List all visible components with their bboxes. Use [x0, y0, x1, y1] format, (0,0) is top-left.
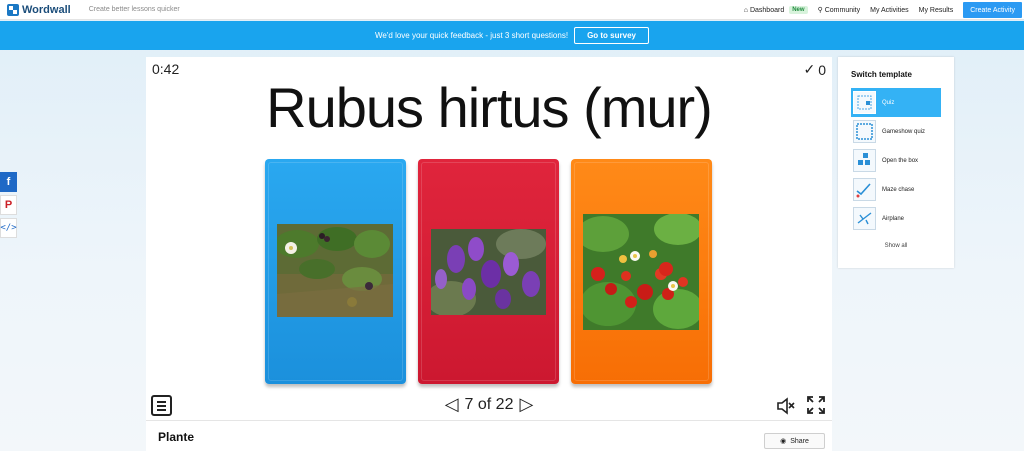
nav-community-label: Community	[824, 6, 861, 14]
tagline: Create better lessons quicker	[88, 6, 180, 13]
share-button[interactable]: ◉ Share	[764, 433, 825, 449]
go-to-survey-button[interactable]: Go to survey	[574, 27, 649, 44]
main-nav: ⌂ Dashboard New ⚲ Community My Activitie…	[744, 0, 1024, 20]
wordwall-logo[interactable]: Wordwall	[7, 3, 71, 16]
template-gameshow-quiz[interactable]: Gameshow quiz	[851, 117, 941, 146]
share-icon: ◉	[780, 438, 787, 445]
activity-title: Plante	[158, 430, 195, 444]
answer-option-1[interactable]	[265, 159, 406, 384]
activity-player: 0:42 ✓ 0 Rubus hirtus (mur) ◁ 7 of 22 ▷ …	[146, 57, 832, 451]
nav-community[interactable]: ⚲ Community	[817, 6, 861, 15]
maze-chase-template-icon	[853, 178, 876, 201]
embed-icon[interactable]: </>	[0, 218, 17, 238]
template-label: Gameshow quiz	[882, 128, 926, 135]
banner-text: We'd love your quick feedback - just 3 s…	[375, 31, 569, 40]
question-text: Rubus hirtus (mur)	[266, 76, 713, 139]
open-box-template-icon	[853, 149, 876, 172]
nav-my-results-label: My Results	[918, 6, 954, 14]
pager: ◁ 7 of 22 ▷	[146, 394, 832, 415]
previous-button[interactable]: ◁	[445, 394, 459, 415]
template-label: Quiz	[882, 99, 895, 106]
switch-template-title: Switch template	[851, 70, 912, 79]
template-open-the-box[interactable]: Open the box	[851, 146, 941, 175]
nav-dashboard[interactable]: ⌂ Dashboard New	[744, 6, 808, 14]
pager-text: 7 of 22	[464, 395, 514, 413]
template-quiz[interactable]: Quiz	[851, 88, 941, 117]
nav-dashboard-label: Dashboard	[749, 6, 785, 14]
template-maze-chase[interactable]: Maze chase	[851, 175, 941, 204]
activity-footer: Plante ◉ Share	[146, 420, 832, 451]
switch-template-panel: Switch template Quiz Gameshow quiz Open …	[838, 57, 954, 268]
nav-my-results[interactable]: My Results	[919, 7, 954, 14]
mute-icon[interactable]	[776, 396, 796, 416]
nav-my-activities-label: My Activities	[870, 6, 909, 14]
pinterest-share-icon[interactable]: P	[0, 195, 17, 215]
template-label: Maze chase	[882, 186, 915, 193]
answer-option-2[interactable]	[418, 159, 559, 384]
template-label: Open the box	[882, 157, 919, 164]
answer-option-3[interactable]	[571, 159, 712, 384]
quiz-template-icon	[853, 91, 876, 114]
home-icon: ⌂	[743, 6, 748, 14]
template-airplane[interactable]: Airplane	[851, 204, 941, 233]
nav-my-activities[interactable]: My Activities	[870, 7, 909, 14]
player-controls: ◁ 7 of 22 ▷	[146, 392, 832, 418]
bramble-plant-photo	[277, 224, 393, 317]
wild-strawberries-photo	[583, 214, 699, 330]
facebook-share-icon[interactable]: f	[0, 172, 17, 192]
next-button[interactable]: ▷	[519, 394, 533, 415]
logo-text: Wordwall	[22, 3, 71, 16]
logo-icon	[7, 3, 19, 16]
new-badge: New	[789, 6, 808, 14]
gameshow-template-icon	[853, 120, 876, 143]
purple-vetch-flowers-photo	[431, 229, 546, 315]
airplane-template-icon	[853, 207, 876, 230]
create-activity-button[interactable]: Create Activity	[963, 2, 1022, 18]
fullscreen-icon[interactable]	[806, 395, 826, 415]
share-label: Share	[790, 437, 809, 445]
search-icon: ⚲	[817, 7, 823, 14]
feedback-banner: We'd love your quick feedback - just 3 s…	[0, 21, 1024, 50]
show-all-link[interactable]: Show all	[838, 243, 954, 249]
template-label: Airplane	[882, 215, 905, 222]
top-navbar: Wordwall Create better lessons quicker ⌂…	[0, 0, 1024, 20]
